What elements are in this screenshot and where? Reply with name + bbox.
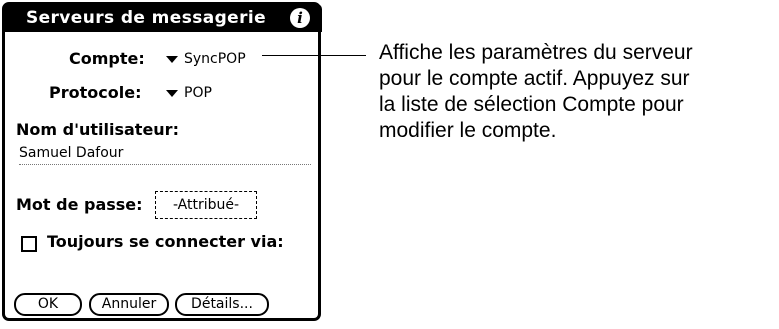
callout-leader-line: [262, 55, 366, 56]
callout-line-4: modifier le compte.: [379, 119, 557, 142]
ok-button[interactable]: OK: [14, 293, 82, 316]
protocol-label: Protocole:: [49, 83, 142, 102]
dropdown-triangle-icon: [166, 56, 178, 63]
always-connect-label: Toujours se connecter via:: [47, 232, 284, 251]
callout-line-1: Affiche les paramètres du serveur: [379, 41, 693, 64]
protocol-value: POP: [184, 85, 212, 101]
details-button[interactable]: Détails...: [175, 293, 269, 316]
password-label: Mot de passe:: [16, 195, 143, 214]
cancel-button[interactable]: Annuler: [89, 293, 169, 316]
dialog-title: Serveurs de messagerie: [25, 8, 267, 28]
callout-line-2: pour le compte actif. Appuyez sur: [379, 67, 690, 90]
dialog-title-bar: Serveurs de messagerie i: [4, 4, 322, 32]
callout-text: Affiche les paramètres du serveur pour l…: [379, 40, 779, 144]
dropdown-triangle-icon: [166, 90, 178, 97]
callout-line-3: la liste de sélection Compte pour: [379, 93, 684, 116]
always-connect-checkbox[interactable]: [21, 236, 37, 252]
username-field[interactable]: Samuel Dafour: [19, 143, 123, 163]
password-field[interactable]: -Attribué-: [155, 191, 257, 219]
info-icon[interactable]: i: [290, 8, 310, 28]
account-picker[interactable]: SyncPOP: [160, 49, 270, 69]
account-label: Compte:: [69, 49, 145, 68]
account-value: SyncPOP: [184, 51, 246, 67]
mail-server-dialog: Serveurs de messagerie i Compte: SyncPOP…: [2, 2, 322, 321]
username-label: Nom d'utilisateur:: [16, 120, 179, 139]
username-underline: [19, 164, 311, 165]
protocol-picker[interactable]: POP: [160, 83, 230, 103]
